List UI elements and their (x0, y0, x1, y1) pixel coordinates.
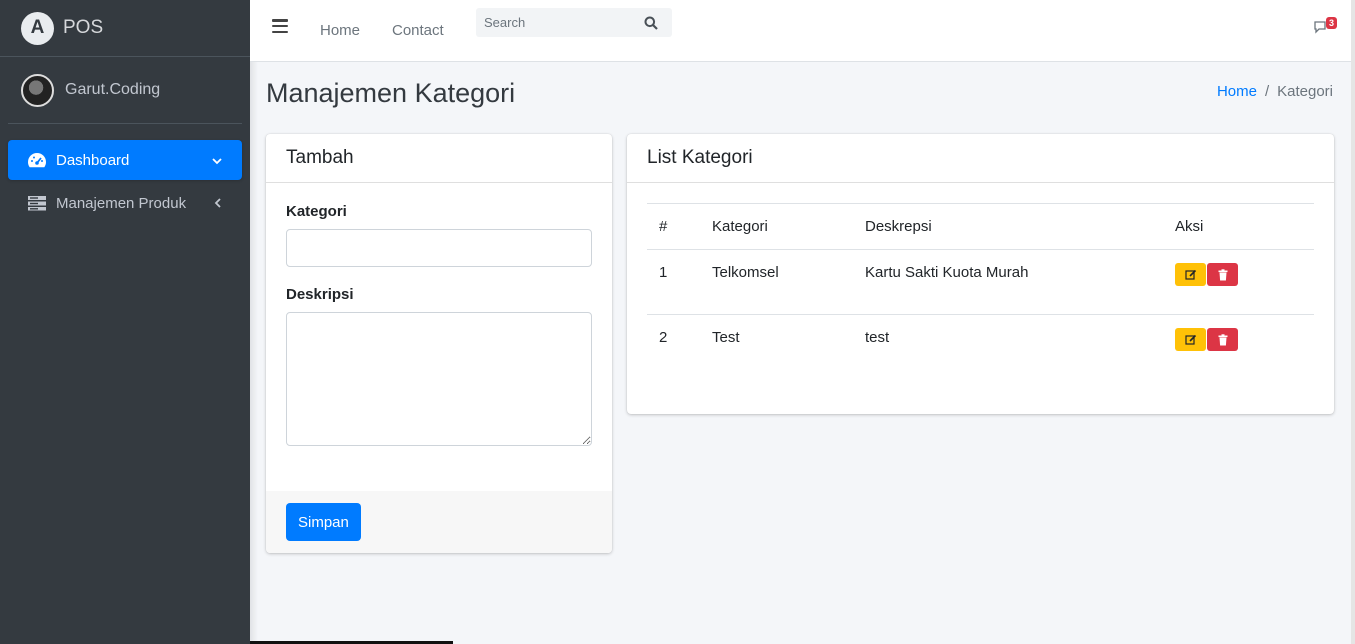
gauge-icon (26, 151, 48, 169)
column-header-number: # (647, 203, 700, 250)
delete-button[interactable] (1207, 328, 1238, 351)
sidebar-nav: Dashboard Manajemen Produk (0, 140, 250, 223)
sidebar-item-manajemen-produk[interactable]: Manajemen Produk (8, 183, 242, 223)
breadcrumb-separator: / (1264, 83, 1270, 100)
edit-button[interactable] (1175, 263, 1206, 286)
delete-button[interactable] (1207, 263, 1238, 286)
card-title: List Kategori (627, 134, 1334, 183)
cell-kategori: Telkomsel (700, 249, 853, 315)
messages-dropdown[interactable]: 3 (1313, 17, 1337, 34)
search-input[interactable] (476, 15, 636, 30)
breadcrumb-home[interactable]: Home (1217, 83, 1257, 100)
user-panel[interactable]: Garut.Coding (8, 57, 242, 124)
menu-toggle-icon[interactable] (272, 19, 288, 33)
breadcrumb: Home / Kategori (1217, 83, 1333, 100)
nav-link-contact[interactable]: Contact (392, 22, 444, 39)
simpan-button[interactable]: Simpan (286, 503, 361, 541)
table-row: 1 Telkomsel Kartu Sakti Kuota Murah (647, 249, 1314, 315)
form-body: Kategori Deskripsi (266, 183, 612, 466)
cell-number: 1 (647, 249, 700, 315)
brand-link[interactable]: A POS (0, 0, 250, 57)
cell-deskripsi: test (865, 329, 890, 346)
cell-actions (1163, 249, 1314, 315)
search-icon (644, 16, 658, 30)
chevron-down-icon (210, 152, 224, 169)
column-header-aksi: Aksi (1163, 203, 1314, 250)
edit-icon (1184, 334, 1196, 345)
trash-icon (1218, 268, 1227, 280)
edit-button[interactable] (1175, 328, 1206, 351)
category-list-card: List Kategori # Kategori Deskrepsi Aksi … (627, 134, 1334, 414)
page-scrollbar[interactable] (1351, 0, 1355, 644)
user-name[interactable]: Garut.Coding (65, 81, 160, 99)
kategori-label: Kategori (286, 203, 347, 220)
deskripsi-field[interactable] (286, 312, 592, 446)
nav-link-home[interactable]: Home (320, 22, 360, 39)
brand-logo-letter: A (30, 17, 45, 38)
sidebar-item-label: Manajemen Produk (56, 194, 187, 212)
page-title: Manajemen Kategori (266, 78, 516, 108)
sidebar-shadow (250, 62, 258, 644)
column-header-deskripsi: Deskrepsi (853, 203, 1163, 250)
category-table: # Kategori Deskrepsi Aksi 1 Telkomsel Ka… (647, 203, 1314, 380)
add-category-card: Tambah Kategori Deskripsi Simpan (266, 134, 612, 553)
cell-kategori: Test (712, 329, 740, 346)
brand-text: POS (63, 17, 104, 38)
deskripsi-label: Deskripsi (286, 286, 354, 303)
trash-icon (1218, 333, 1227, 345)
kategori-field[interactable] (286, 229, 592, 267)
edit-icon (1184, 269, 1196, 280)
table-wrapper: # Kategori Deskrepsi Aksi 1 Telkomsel Ka… (627, 183, 1334, 380)
sidebar-item-dashboard[interactable]: Dashboard (8, 140, 242, 180)
card-footer: Simpan (266, 491, 612, 553)
search-button[interactable] (636, 8, 666, 37)
column-header-kategori: Kategori (700, 203, 853, 250)
table-header-row: # Kategori Deskrepsi Aksi (647, 203, 1314, 250)
avatar (21, 73, 54, 107)
table-row: 2 Test test (647, 315, 1314, 380)
chevron-left-icon (210, 195, 224, 212)
cell-number: 2 (659, 329, 668, 346)
sidebar-item-label: Dashboard (56, 151, 130, 169)
sidebar: A POS Garut.Coding Dashboard Manajemen P… (0, 0, 250, 644)
card-title: Tambah (266, 134, 612, 183)
server-icon (26, 194, 48, 212)
messages-badge: 3 (1325, 17, 1337, 29)
brand-logo: A (21, 11, 54, 45)
cell-deskripsi: Kartu Sakti Kuota Murah (853, 249, 1163, 315)
top-navbar: Home Contact 3 (250, 0, 1355, 62)
breadcrumb-current: Kategori (1277, 83, 1333, 100)
cell-actions (1163, 315, 1314, 380)
search-form (476, 8, 672, 37)
